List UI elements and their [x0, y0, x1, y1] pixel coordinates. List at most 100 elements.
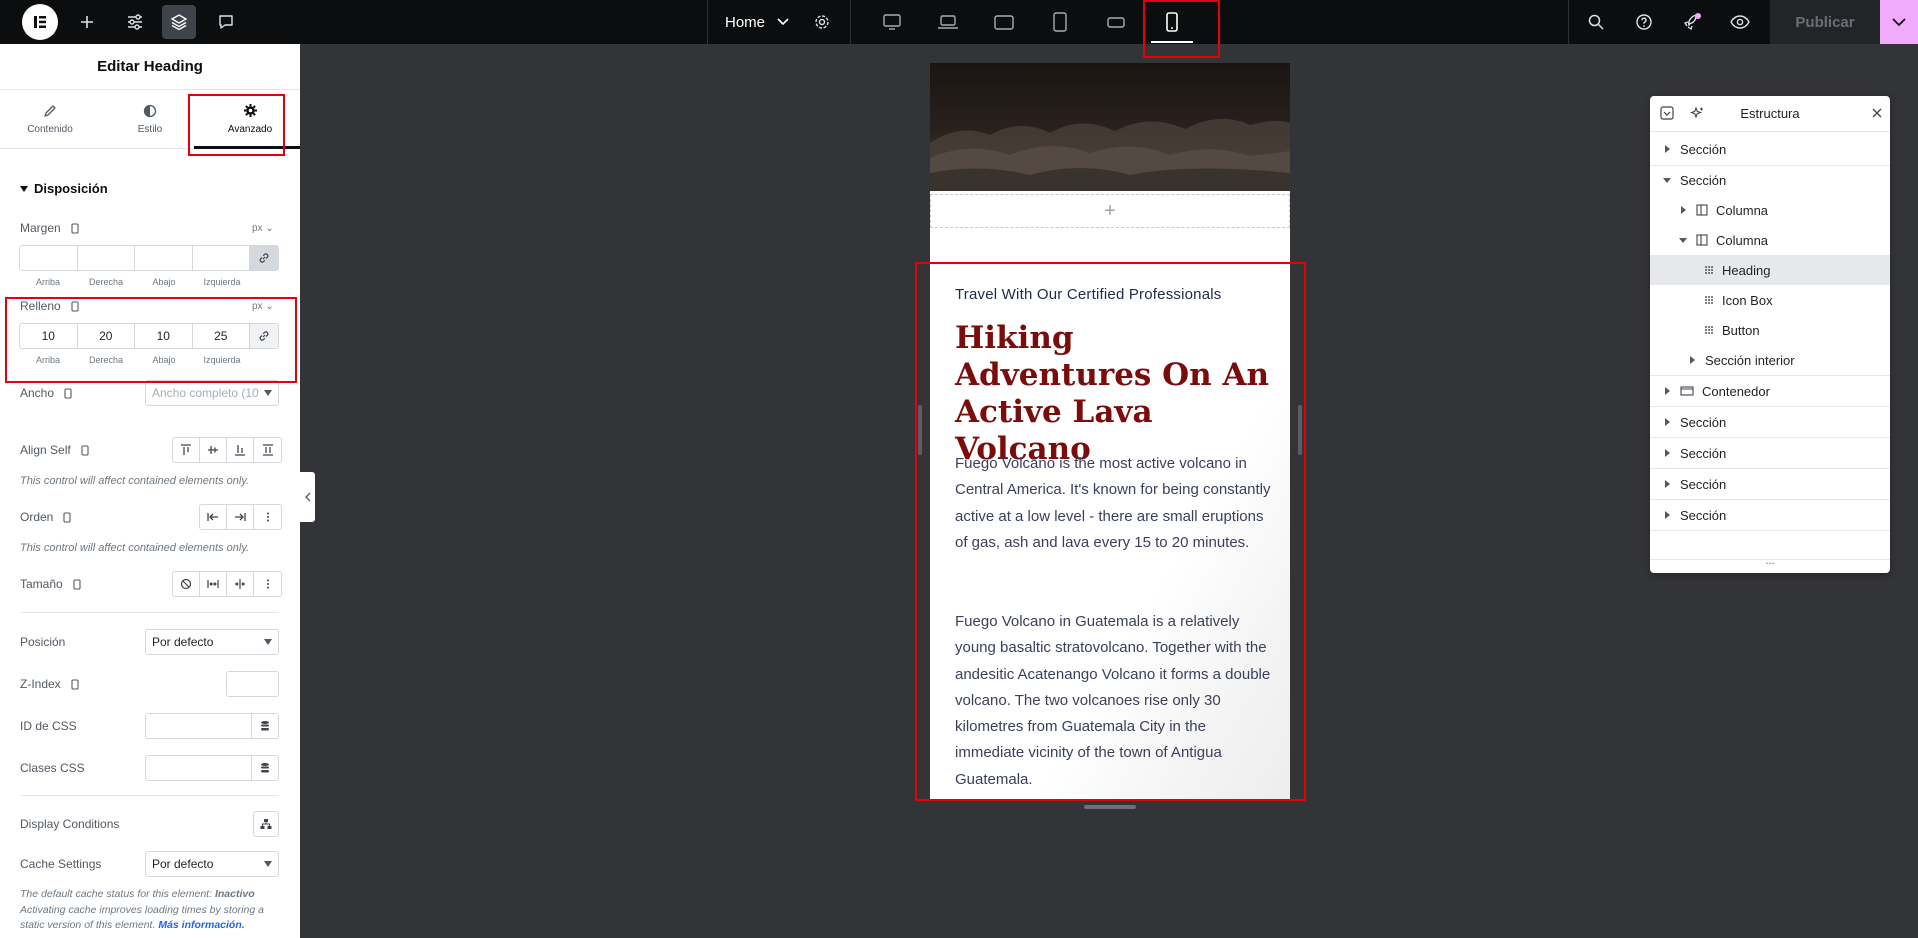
order-first-button[interactable] — [200, 505, 227, 529]
section-disposicion-toggle[interactable]: Disposición — [20, 181, 108, 196]
tree-item-section[interactable]: Sección — [1650, 438, 1890, 468]
tab-contenido[interactable]: Contenido — [0, 90, 100, 148]
device-tablet-landscape-button[interactable] — [979, 5, 1029, 39]
css-id-input[interactable] — [145, 713, 252, 739]
padding-left-input[interactable]: 25 — [193, 324, 250, 348]
comment-icon — [219, 15, 233, 29]
responsive-mobile-icon[interactable] — [71, 300, 79, 312]
padding-top-input[interactable]: 10 — [20, 324, 78, 348]
css-classes-dynamic-tags-button[interactable] — [251, 755, 279, 781]
structure-resize-handle[interactable]: ... — [1650, 556, 1890, 567]
paragraph-2[interactable]: Fuego Volcano in Guatemala is a relative… — [955, 609, 1275, 793]
width-select[interactable]: Ancho completo (10 — [145, 380, 279, 406]
position-label: Posición — [20, 635, 66, 649]
preview-button[interactable] — [1723, 5, 1757, 39]
paragraph-1[interactable]: Fuego Volcano is the most active volcano… — [955, 451, 1275, 556]
responsive-mobile-icon[interactable] — [63, 511, 71, 523]
tab-avanzado[interactable]: Avanzado — [200, 90, 300, 148]
caret-right-icon[interactable] — [1662, 480, 1672, 488]
caret-right-icon[interactable] — [1662, 511, 1672, 519]
css-id-dynamic-tags-button[interactable] — [251, 713, 279, 739]
responsive-mobile-icon[interactable] — [81, 444, 89, 456]
size-custom-button[interactable] — [254, 572, 281, 596]
align-end-button[interactable] — [227, 438, 254, 462]
eyebrow-heading-text[interactable]: Travel With Our Certified Professionals — [955, 286, 1222, 303]
tree-item-column[interactable]: Columna — [1650, 195, 1890, 225]
device-tablet-portrait-button[interactable] — [1035, 5, 1085, 39]
cache-settings-select[interactable]: Por defecto — [145, 851, 279, 877]
caret-right-icon[interactable] — [1662, 145, 1672, 153]
search-button[interactable] — [1579, 5, 1613, 39]
caret-down-icon[interactable] — [1662, 177, 1672, 183]
tree-item-button[interactable]: Button — [1650, 315, 1890, 345]
resize-handle-bottom[interactable] — [1084, 805, 1136, 809]
publish-options-button[interactable] — [1880, 0, 1918, 44]
margin-bottom-input[interactable] — [135, 246, 193, 270]
align-stretch-button[interactable] — [254, 438, 281, 462]
zindex-input[interactable] — [226, 671, 279, 697]
tab-estilo[interactable]: Estilo — [100, 90, 200, 148]
caret-right-icon[interactable] — [1662, 449, 1672, 457]
resize-handle-left[interactable] — [918, 405, 922, 455]
responsive-mobile-icon[interactable] — [71, 222, 79, 234]
tree-item-section[interactable]: Sección — [1650, 165, 1890, 195]
main-heading[interactable]: Hiking Adventures On An Active Lava Volc… — [955, 320, 1275, 468]
structure-button[interactable] — [162, 5, 196, 39]
tree-item-section[interactable]: Sección — [1650, 407, 1890, 437]
margin-top-input[interactable] — [20, 246, 78, 270]
tree-item-heading[interactable]: Heading — [1650, 255, 1890, 285]
responsive-mobile-icon[interactable] — [64, 387, 72, 399]
tree-item-inner-section[interactable]: Sección interior — [1650, 345, 1890, 375]
caret-down-icon[interactable] — [1678, 237, 1688, 243]
resize-handle-right[interactable] — [1298, 405, 1302, 455]
device-mobile-button[interactable] — [1147, 5, 1197, 43]
padding-unit-select[interactable]: px ⌄ — [252, 301, 274, 312]
position-select[interactable]: Por defecto — [145, 629, 279, 655]
page-settings-button[interactable] — [805, 5, 839, 39]
site-settings-button[interactable] — [118, 5, 152, 39]
size-none-button[interactable] — [173, 572, 200, 596]
padding-right-input[interactable]: 20 — [78, 324, 135, 348]
device-mobile-landscape-button[interactable] — [1091, 5, 1141, 39]
tree-item-label: Sección interior — [1705, 352, 1795, 368]
tree-item-container[interactable]: Contenedor — [1650, 376, 1890, 406]
close-icon[interactable] — [1872, 108, 1882, 118]
caret-right-icon[interactable] — [1678, 206, 1688, 214]
css-classes-input[interactable] — [145, 755, 252, 781]
add-element-button[interactable] — [70, 5, 104, 39]
notes-button[interactable] — [209, 5, 243, 39]
database-icon — [260, 721, 269, 731]
align-center-button[interactable] — [200, 438, 227, 462]
display-conditions-button[interactable] — [253, 811, 279, 837]
caret-right-icon[interactable] — [1687, 356, 1697, 364]
margin-left-input[interactable] — [193, 246, 250, 270]
tree-item-section[interactable]: Sección — [1650, 134, 1890, 164]
responsive-mobile-icon[interactable] — [71, 678, 79, 690]
elementor-logo-button[interactable] — [22, 4, 58, 40]
order-last-button[interactable] — [227, 505, 254, 529]
tree-item-section[interactable]: Sección — [1650, 500, 1890, 530]
padding-bottom-input[interactable]: 10 — [135, 324, 193, 348]
collapse-panel-button[interactable] — [300, 472, 315, 522]
padding-link-button[interactable] — [250, 324, 278, 348]
caret-right-icon[interactable] — [1662, 418, 1672, 426]
help-button[interactable] — [1627, 5, 1661, 39]
more-info-link[interactable]: Más información. — [158, 919, 244, 931]
device-laptop-button[interactable] — [923, 5, 973, 39]
caret-right-icon[interactable] — [1662, 387, 1672, 395]
margin-unit-select[interactable]: px ⌄ — [252, 223, 274, 234]
whats-new-button[interactable] — [1675, 5, 1709, 39]
order-custom-button[interactable] — [254, 505, 281, 529]
size-grow-button[interactable] — [200, 572, 227, 596]
add-section-area[interactable]: + — [930, 194, 1290, 228]
margin-right-input[interactable] — [78, 246, 135, 270]
tree-item-column[interactable]: Columna — [1650, 225, 1890, 255]
tree-item-icon-box[interactable]: Icon Box — [1650, 285, 1890, 315]
tree-item-section[interactable]: Sección — [1650, 469, 1890, 499]
responsive-mobile-icon[interactable] — [73, 578, 81, 590]
device-desktop-button[interactable] — [867, 5, 917, 39]
publish-button[interactable]: Publicar — [1770, 0, 1880, 44]
size-shrink-button[interactable] — [227, 572, 254, 596]
margin-link-button[interactable] — [250, 246, 278, 270]
align-start-button[interactable] — [173, 438, 200, 462]
